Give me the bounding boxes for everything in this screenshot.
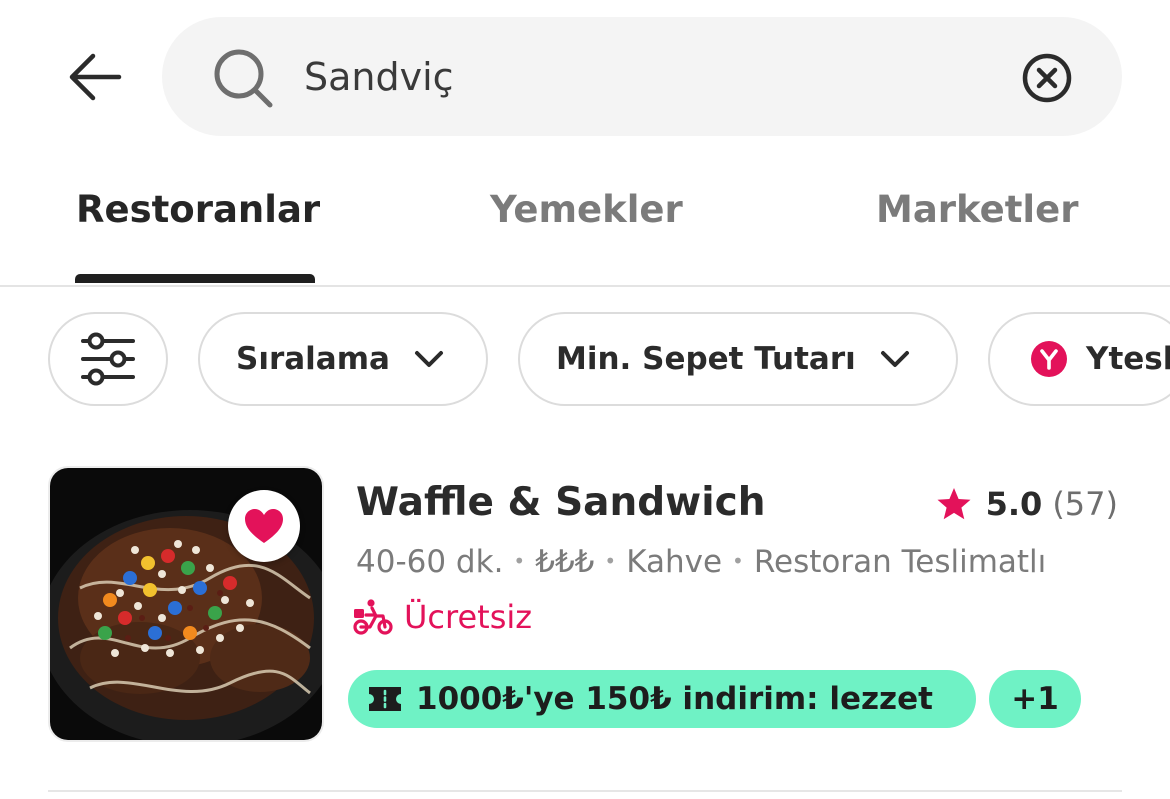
chevron-down-icon [880, 351, 909, 367]
back-button[interactable] [60, 45, 130, 109]
ytesl-label: Ytesl [1086, 341, 1170, 377]
filter-settings-button[interactable] [48, 312, 168, 406]
min-basket-dropdown[interactable]: Min. Sepet Tutarı [518, 312, 958, 406]
sliders-icon [81, 332, 135, 386]
y-brand-icon [1031, 341, 1067, 377]
price-level: ₺₺₺ [535, 544, 595, 580]
card-divider [48, 790, 1122, 792]
delivery-time: 40-60 dk. [356, 544, 504, 580]
heart-icon [245, 509, 283, 543]
rating-value: 5.0 [985, 485, 1043, 523]
separator-dot: • [513, 549, 526, 573]
search-icon [214, 49, 273, 108]
search-input[interactable] [304, 47, 1004, 107]
courier-scooter-icon [353, 599, 393, 635]
restaurant-rating: 5.0 (57) [936, 485, 1118, 523]
sort-label: Sıralama [236, 341, 390, 377]
sort-dropdown[interactable]: Sıralama [198, 312, 488, 406]
chevron-down-icon [414, 351, 443, 367]
more-promos-badge[interactable]: +1 [989, 670, 1081, 728]
tab-yemekler[interactable]: Yemekler [490, 188, 683, 231]
delivery-type: Restoran Teslimatlı [753, 544, 1047, 580]
category-tabs: Restoranlar Yemekler Marketler [0, 160, 1170, 287]
separator-dot: • [732, 549, 744, 573]
favorite-button[interactable] [228, 490, 300, 562]
ytesl-filter-chip[interactable]: Ytesl [988, 312, 1170, 406]
ticket-icon [369, 687, 401, 711]
tab-restoranlar[interactable]: Restoranlar [76, 188, 320, 231]
arrow-left-icon [69, 53, 122, 101]
promo-label: 1000₺'ye 150₺ indirim: lezzet [416, 681, 933, 717]
tab-marketler[interactable]: Marketler [876, 188, 1078, 231]
min-basket-label: Min. Sepet Tutarı [556, 341, 856, 377]
rating-count: (57) [1052, 485, 1118, 523]
promo-badge[interactable]: 1000₺'ye 150₺ indirim: lezzet [348, 670, 976, 728]
clear-circle-x-icon[interactable] [1020, 51, 1074, 105]
delivery-fee: Ücretsiz [352, 598, 532, 636]
restaurant-name[interactable]: Waffle & Sandwich [356, 480, 765, 525]
search-bar[interactable] [162, 17, 1122, 136]
cuisine: Kahve [626, 544, 723, 580]
star-icon [937, 488, 971, 520]
active-tab-indicator [75, 274, 315, 283]
separator-dot: • [604, 549, 617, 573]
restaurant-meta: 40-60 dk. • ₺₺₺ • Kahve • Restoran Teslimatlı [356, 544, 1046, 580]
delivery-fee-label: Ücretsiz [404, 598, 533, 636]
